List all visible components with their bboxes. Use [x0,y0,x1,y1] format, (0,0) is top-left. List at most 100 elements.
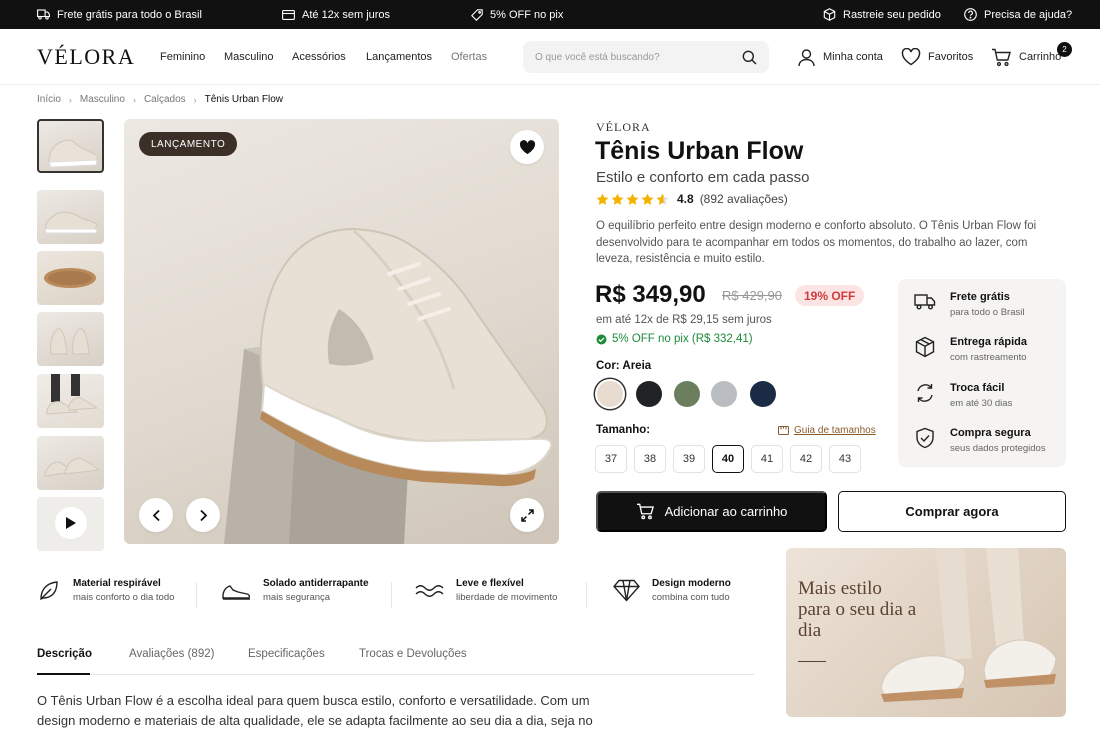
expand-image-button[interactable] [510,498,544,532]
search-icon[interactable] [742,50,757,65]
star-half-icon [656,193,669,206]
nav-masculino[interactable]: Masculino [224,51,274,63]
tab-descricao[interactable]: Descrição [37,648,92,660]
next-image-button[interactable] [186,498,220,532]
product-price: R$ 349,90 [595,281,706,308]
color-swatch-preto[interactable] [636,381,662,407]
tag-icon [471,8,483,21]
breadcrumb-calcados[interactable]: Calçados [144,94,186,105]
topbar-free-shipping: Frete grátis para todo o Brasil [37,0,202,29]
product-title: Tênis Urban Flow [595,137,804,165]
thumbnail-2[interactable] [37,190,104,244]
product-brand: VÉLORA [596,120,651,134]
thumbnail-video[interactable] [37,497,104,551]
size-guide-link[interactable]: Guia de tamanhos [778,425,876,436]
product-rating[interactable]: 4.8 (892 avaliações) [596,192,788,206]
installments-text: em até 12x de R$ 29,15 sem juros [596,314,772,326]
breadcrumb-inicio[interactable]: Início [37,94,61,105]
divider [391,582,392,608]
truck-icon [37,9,50,20]
size-option-37[interactable]: 37 [595,445,627,473]
check-circle-icon [596,334,607,345]
thumbnail-3[interactable] [37,251,104,305]
color-swatch-cinza[interactable] [711,381,737,407]
favorite-button[interactable] [510,130,544,164]
size-option-38[interactable]: 38 [634,445,666,473]
box-icon [914,336,936,358]
color-swatch-azul[interactable] [750,381,776,407]
waves-icon [415,583,444,599]
leaf-icon [37,579,61,603]
shoe-back-image [50,327,90,355]
tab-avaliacoes[interactable]: Avaliações (892) [129,648,214,660]
add-to-cart-button[interactable]: Adicionar ao carrinho [596,491,827,532]
size-option-42[interactable]: 42 [790,445,822,473]
benefit-easy-exchange: Troca fácil em até 30 dias [914,382,1012,409]
active-tab-indicator [37,673,90,675]
feature-light: Leve e flexível liberdade de movimento [415,578,557,603]
shoe-pair-image [44,457,101,477]
chevron-right-icon: › [132,94,136,105]
promo-text: Mais estilo para o seu dia a dia [798,578,917,641]
shoe-worn-image [46,374,99,415]
top-bar: Frete grátis para todo o Brasil Até 12x … [0,0,1100,29]
prev-image-button[interactable] [139,498,173,532]
chevron-right-icon: › [193,94,197,105]
shoe-sole-image [44,268,96,288]
expand-icon [520,508,534,522]
topbar-installments: Até 12x sem juros [282,0,390,29]
search-input[interactable] [535,51,725,63]
feature-antislip: Solado antiderrapante mais segurança [221,578,369,603]
divider [586,582,587,608]
help-link[interactable]: Precisa de ajuda? [964,0,1072,29]
logo[interactable]: VÉLORA [37,44,135,70]
track-order-link[interactable]: Rastreie seu pedido [823,0,941,29]
benefits-panel: Frete grátis para todo o Brasil Entrega r… [898,279,1066,467]
divider [196,582,197,608]
cart-link[interactable]: Carrinho [991,42,1061,72]
chevron-left-icon [152,509,161,522]
cart-icon [636,503,655,520]
credit-card-icon [282,9,295,20]
promo-banner[interactable]: Mais estilo para o seu dia a dia [786,548,1066,717]
breadcrumb-masculino[interactable]: Masculino [80,94,125,105]
main-product-image[interactable] [124,119,559,544]
review-count: (892 avaliações) [699,192,788,206]
account-link[interactable]: Minha conta [797,42,883,72]
breadcrumb: Início › Masculino › Calçados › Tênis Ur… [37,94,283,105]
size-option-40[interactable]: 40 [712,445,744,473]
chevron-right-icon: › [68,94,72,105]
diamond-icon [613,579,640,602]
size-option-39[interactable]: 39 [673,445,705,473]
rating-value: 4.8 [677,192,694,206]
size-option-41[interactable]: 41 [751,445,783,473]
buy-now-button[interactable]: Comprar agora [838,491,1066,532]
help-icon [964,8,977,21]
tab-especificacoes[interactable]: Especificações [248,648,325,660]
nav-ofertas[interactable]: Ofertas [451,51,487,63]
thumbnail-6[interactable] [37,436,104,490]
user-icon [797,48,816,67]
nav-lancamentos[interactable]: Lançamentos [366,51,432,63]
description-text: O Tênis Urban Flow é a escolha ideal par… [37,693,593,728]
color-swatch-areia[interactable] [597,381,623,407]
thumbnail-1[interactable] [37,119,104,173]
launch-badge: LANÇAMENTO [139,132,238,156]
size-label: Tamanho: [596,424,651,436]
product-description: O equilíbrio perfeito entre design moder… [596,220,1037,265]
product-tabs: Descrição Avaliações (892) Especificaçõe… [37,648,754,675]
thumbnail-4[interactable] [37,312,104,366]
star-icon [611,193,624,206]
color-label: Cor: Areia [596,360,652,372]
exchange-icon [914,382,936,404]
size-option-43[interactable]: 43 [829,445,861,473]
thumbnail-5[interactable] [37,374,104,428]
nav-feminino[interactable]: Feminino [160,51,205,63]
nav-acessorios[interactable]: Acessórios [292,51,346,63]
color-swatch-verde[interactable] [674,381,700,407]
benefit-fast-delivery: Entrega rápida com rastreamento [914,336,1027,363]
favorites-link[interactable]: Favoritos [901,42,973,72]
heart-icon [901,48,921,66]
tab-trocas[interactable]: Trocas e Devoluções [359,648,467,660]
benefit-free-shipping: Frete grátis para todo o Brasil [914,291,1024,318]
